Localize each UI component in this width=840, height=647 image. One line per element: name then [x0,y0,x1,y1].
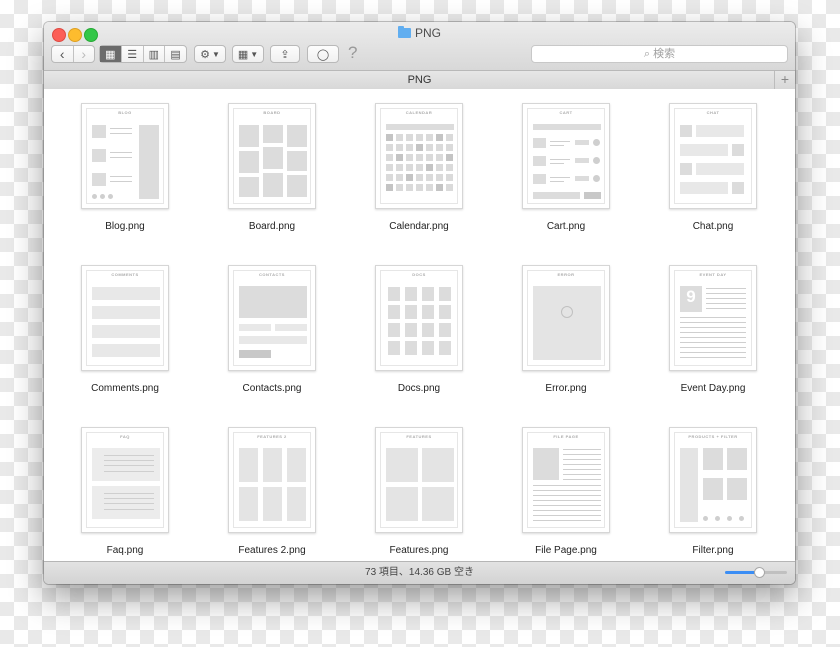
path-bar: PNG + [44,71,795,90]
thumbnail-board: BOARD [228,103,316,209]
arrange-button[interactable]: ▦ ▼ [232,45,264,63]
file-item[interactable]: ERROR Error.png [506,265,626,394]
folder-icon [397,26,411,38]
help-icon[interactable]: ? [348,43,357,63]
thumbnail-error: ERROR [522,265,610,371]
share-button[interactable]: ⇪ [270,45,300,63]
thumbnail-title: FILE PAGE [553,434,579,439]
thumbnail-file-page: FILE PAGE [522,427,610,533]
add-tab-button[interactable]: + [774,71,795,89]
window-title-text: PNG [414,26,441,40]
file-name: Calendar.png [389,221,449,232]
chevron-down-icon: ▼ [250,49,259,59]
file-item[interactable]: FEATURES 2 Features 2.png [212,427,332,556]
file-item[interactable]: CALENDAR Calendar.png [359,103,479,232]
thumbnail-title: CART [559,110,573,115]
coverflow-view-button[interactable]: ▤ [165,46,186,62]
icon-view-button[interactable]: ▦ [100,46,122,62]
event-day-number: 9 [686,287,696,306]
path-bar-title: PNG [407,74,432,86]
file-name: Cart.png [546,221,586,232]
file-name: File Page.png [535,545,597,556]
thumbnail-title: ERROR [557,272,575,277]
list-view-button[interactable]: ☰ [122,46,144,62]
thumbnail-event-day: EVENT DAY 9 [669,265,757,371]
file-name: Filter.png [692,545,734,556]
view-mode-buttons: ▦ ☰ ▥ ▤ [99,45,187,63]
thumbnail-docs: DOCS [375,265,463,371]
thumbnail-faq: FAQ [81,427,169,533]
gear-icon: ⚙ [200,48,210,61]
back-button[interactable]: ‹ [52,46,74,62]
thumbnail-title: BOARD [263,110,281,115]
thumbnail-calendar: CALENDAR [375,103,463,209]
file-grid: BLOG Blog.png BOARD Board.png CALENDAR C… [44,89,795,562]
file-item[interactable]: CONTACTS Contacts.png [212,265,332,394]
file-item[interactable]: CHAT Chat.png [653,103,773,232]
file-item[interactable]: BOARD Board.png [212,103,332,232]
thumbnail-features: FEATURES [375,427,463,533]
grid-icon: ▦ [237,48,249,61]
column-view-button[interactable]: ▥ [144,46,166,62]
file-item[interactable]: DOCS Docs.png [359,265,479,394]
thumbnail-comments: COMMENTS [81,265,169,371]
thumbnail-title: EVENT DAY [699,272,727,277]
forward-button[interactable]: › [74,46,95,62]
file-name: Features 2.png [238,545,306,556]
share-icon: ⇪ [280,48,290,61]
file-item[interactable]: CART Cart.png [506,103,626,232]
thumbnail-cart: CART [522,103,610,209]
thumbnail-filter: PRODUCTS + FILTER [669,427,757,533]
file-name: Features.png [389,545,449,556]
thumbnail-features-2: FEATURES 2 [228,427,316,533]
window-title: PNG [44,26,795,40]
thumbnail-title: FEATURES 2 [257,434,287,439]
thumbnail-chat: CHAT [669,103,757,209]
thumbnail-title: DOCS [412,272,426,277]
file-name: Event Day.png [680,383,746,394]
file-item[interactable]: PRODUCTS + FILTER Filter.png [653,427,773,556]
icon-size-slider[interactable] [725,567,787,578]
thumbnail-title: CALENDAR [405,110,433,115]
thumbnail-title: CHAT [706,110,720,115]
file-name: Faq.png [106,545,144,556]
file-name: Contacts.png [242,383,302,394]
finder-window: PNG ‹ › ▦ ☰ ▥ ▤ ⚙ ▼ ▦ ▼ ⇪ ◯ ? ⌕ 検索 PNG + B… [44,22,795,584]
tags-button[interactable]: ◯ [307,45,339,63]
thumbnail-title: CONTACTS [259,272,285,277]
thumbnail-title: PRODUCTS + FILTER [688,434,738,439]
title-bar: PNG ‹ › ▦ ☰ ▥ ▤ ⚙ ▼ ▦ ▼ ⇪ ◯ ? ⌕ 検索 [44,22,795,71]
file-name: Chat.png [692,221,734,232]
file-item[interactable]: COMMENTS Comments.png [65,265,185,394]
action-button[interactable]: ⚙ ▼ [194,45,226,63]
tag-icon: ◯ [316,48,330,61]
status-text: 73 項目、14.36 GB 空き [365,567,474,578]
file-item[interactable]: FEATURES Features.png [359,427,479,556]
slider-knob[interactable] [754,567,766,578]
file-item[interactable]: BLOG Blog.png [65,103,185,232]
file-name: Board.png [248,221,296,232]
thumbnail-title: BLOG [118,110,132,115]
thumbnail-blog: BLOG [81,103,169,209]
file-item[interactable]: FAQ Faq.png [65,427,185,556]
chevron-down-icon: ▼ [211,49,220,59]
nav-buttons: ‹ › [51,45,95,63]
status-bar: 73 項目、14.36 GB 空き [44,561,795,584]
file-name: Comments.png [91,383,159,394]
file-item[interactable]: EVENT DAY 9 Event Day.png [653,265,773,394]
search-input[interactable]: ⌕ 検索 [531,45,788,63]
file-item[interactable]: FILE PAGE File Page.png [506,427,626,556]
thumbnail-title: FEATURES [406,434,432,439]
file-name: Error.png [545,383,587,394]
thumbnail-contacts: CONTACTS [228,265,316,371]
file-name: Docs.png [397,383,441,394]
file-name: Blog.png [105,221,145,232]
thumbnail-title: COMMENTS [111,272,139,277]
thumbnail-title: FAQ [120,434,130,439]
